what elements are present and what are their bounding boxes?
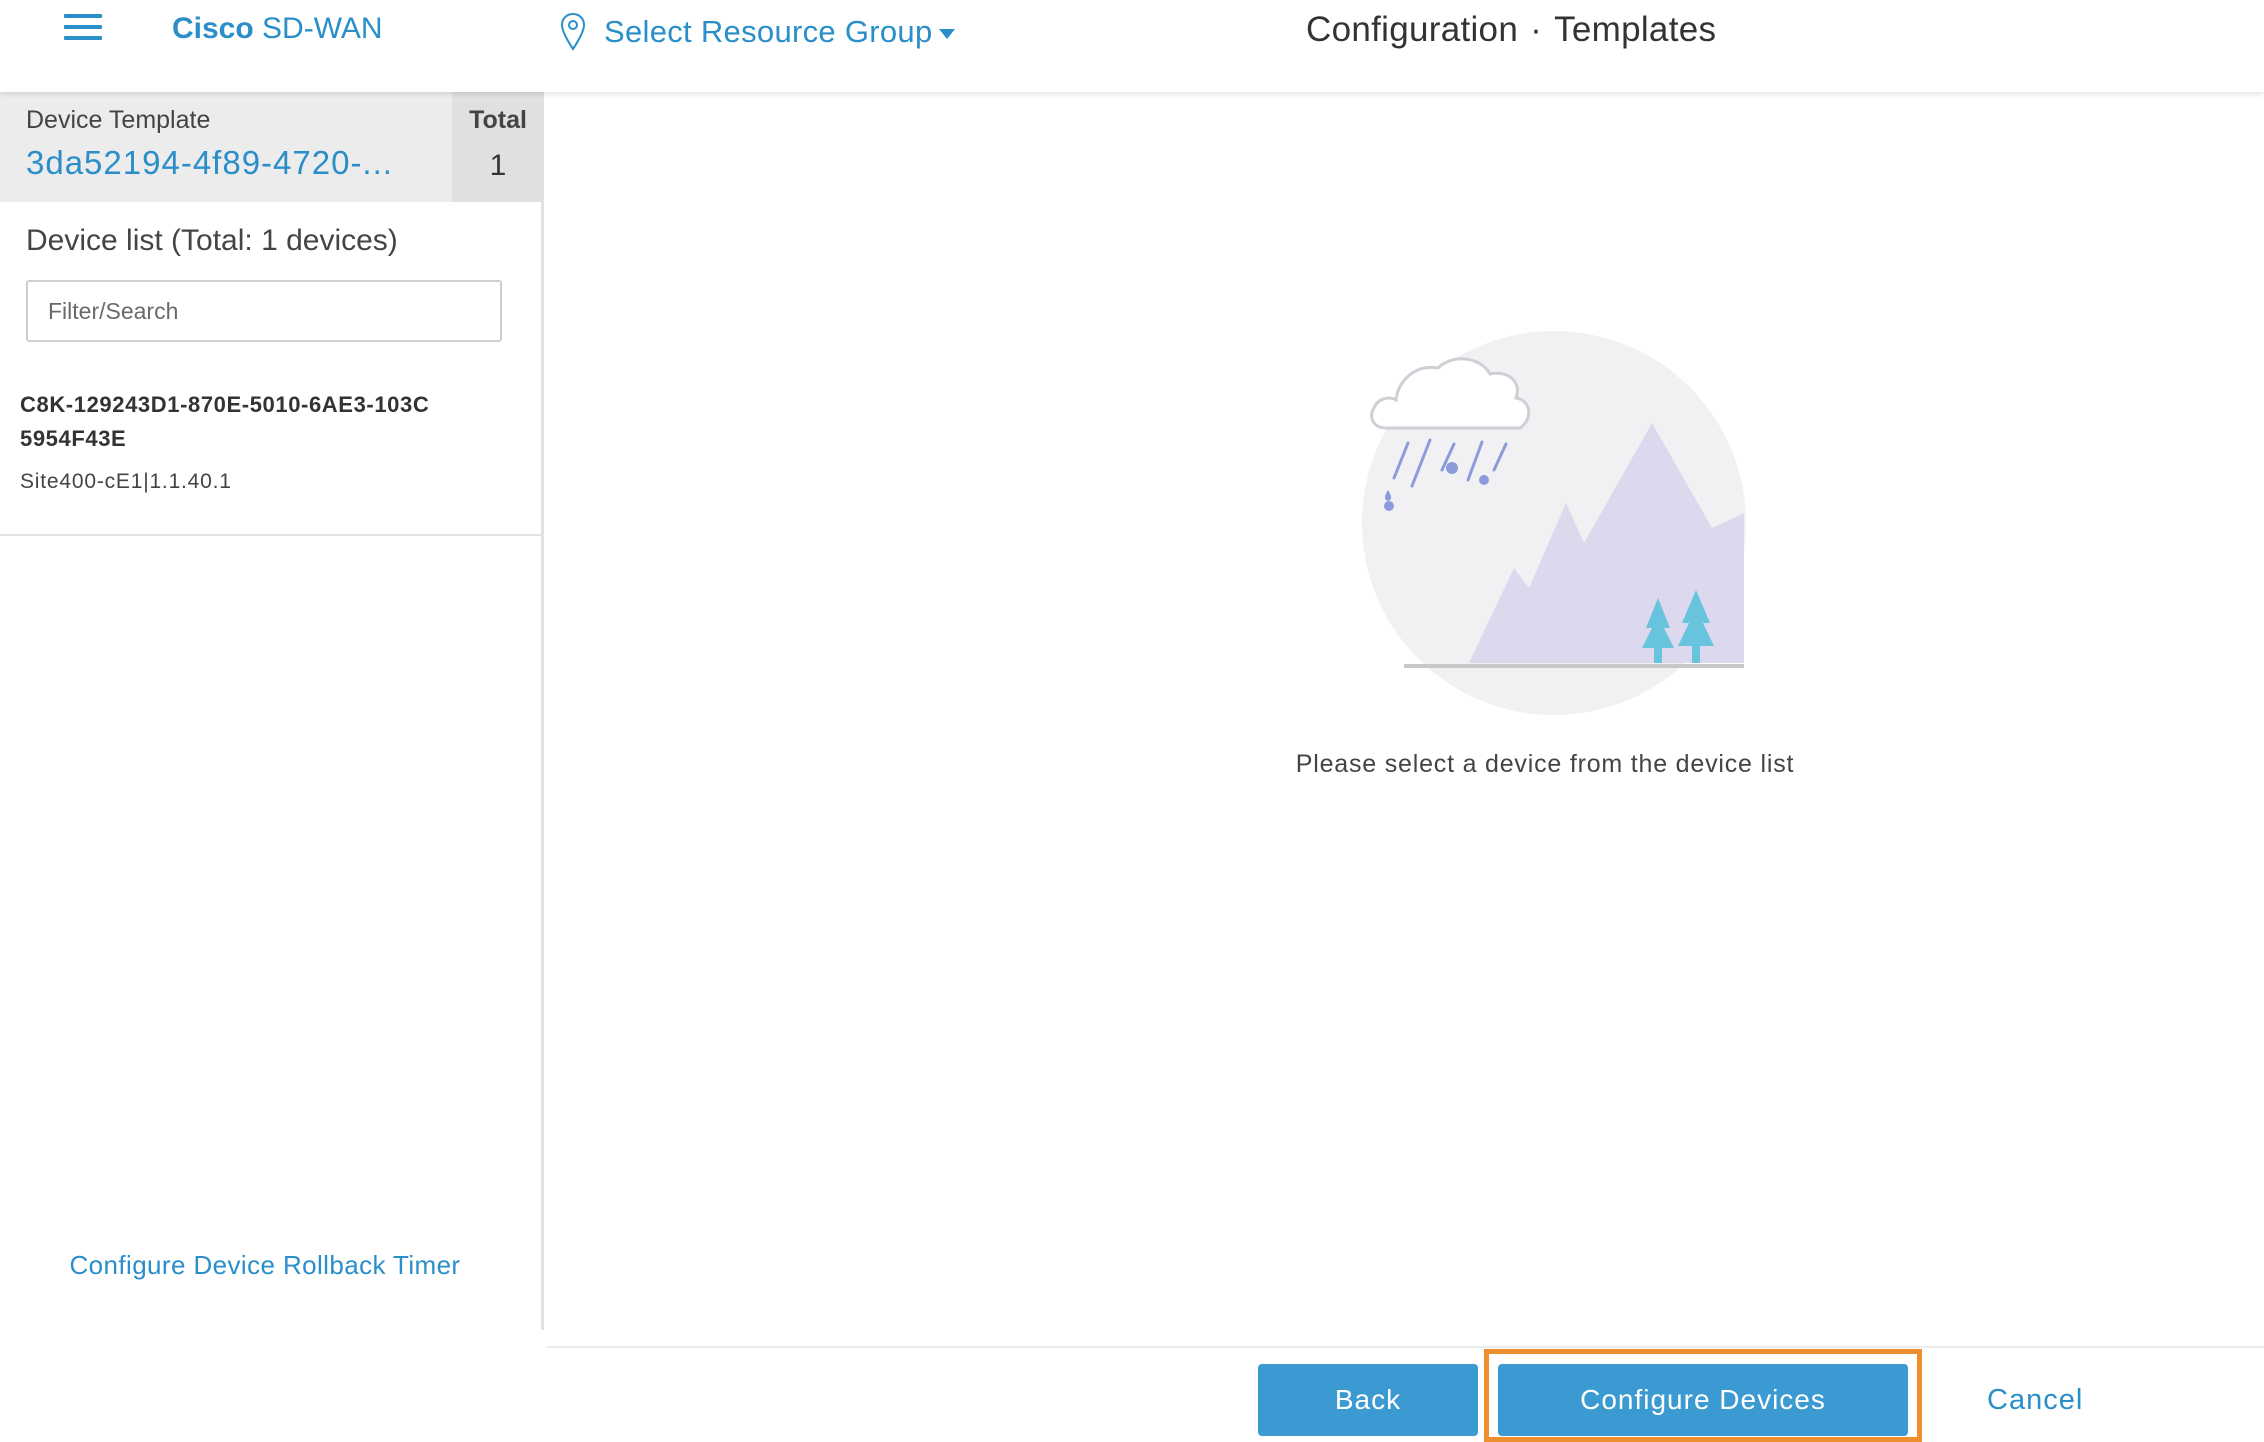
page-title: Configuration · Templates [1306,8,1716,52]
template-id-link[interactable]: 3da52194-4f89-4720-... [26,144,393,182]
action-footer: Back Configure Devices Cancel [547,1346,2264,1442]
resource-group-label: Select Resource Group [604,14,933,49]
brand-name: SD-WAN [262,12,383,45]
brand-prefix: Cisco [172,12,254,45]
device-sidebar: Device Template 3da52194-4f89-4720-... T… [0,92,544,1330]
cancel-button[interactable]: Cancel [1987,1364,2083,1436]
template-summary: Device Template 3da52194-4f89-4720-... T… [0,92,544,202]
total-value: 1 [489,149,507,182]
empty-state-message: Please select a device from the device l… [1295,750,1795,778]
hamburger-menu-icon[interactable] [64,14,102,40]
empty-state-illustration [1362,331,1746,715]
resource-group-selector[interactable]: Select Resource Group [560,8,955,56]
filter-search-input[interactable] [26,280,502,342]
location-pin-icon [560,12,586,51]
title-separator: · [1530,10,1543,49]
top-header: Cisco SD-WAN Select Resource Group Confi… [0,0,2264,92]
device-name: C8K-129243D1-870E-5010-6AE3-103C5954F43E [20,392,430,451]
title-section: Configuration [1306,10,1519,49]
title-page: Templates [1554,10,1717,49]
configure-rollback-timer-link[interactable]: Configure Device Rollback Timer [0,1250,530,1281]
template-name-cell: Device Template 3da52194-4f89-4720-... [0,92,452,202]
caret-down-icon [938,29,955,39]
template-label: Device Template [26,106,211,134]
total-label: Total [469,106,527,134]
brand-logo[interactable]: Cisco SD-WAN [172,10,383,48]
configure-devices-button[interactable]: Configure Devices [1498,1364,1908,1436]
device-list-item[interactable]: C8K-129243D1-870E-5010-6AE3-103C5954F43E… [0,378,541,536]
device-list-title: Device list (Total: 1 devices) [26,224,398,257]
device-site-ip: Site400-cE1|1.1.40.1 [20,470,232,493]
template-total-cell: Total 1 [452,92,544,202]
back-button[interactable]: Back [1258,1364,1478,1436]
